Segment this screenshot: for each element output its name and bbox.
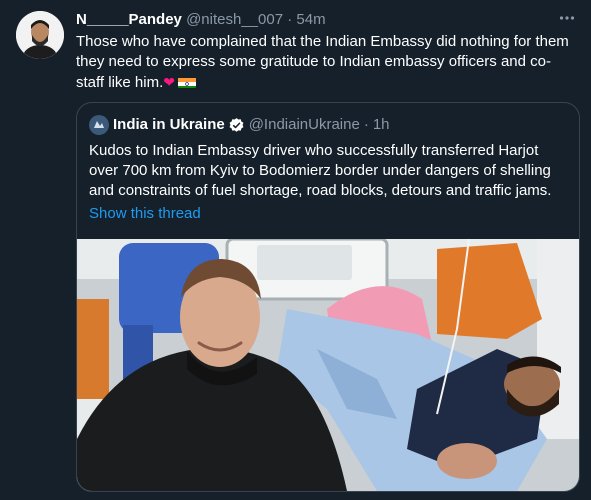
heart-emoji: ❤ [163, 74, 175, 90]
more-horizontal-icon [559, 16, 575, 20]
quoted-tweet-header: India in Ukraine @IndiainUkraine · 1h [89, 115, 567, 135]
quoted-tweet-text: Kudos to Indian Embassy driver who succe… [89, 142, 552, 199]
tweet-header: N_____Pandey @nitesh__007 · 54m [76, 10, 551, 30]
verified-badge-icon [228, 117, 245, 134]
author-handle[interactable]: @nitesh__007 [186, 11, 283, 28]
tweet-text: Those who have complained that the India… [76, 32, 576, 93]
tweet-timestamp[interactable]: 54m [296, 11, 325, 28]
more-options-button[interactable] [557, 8, 577, 28]
quoted-tweet-timestamp[interactable]: 1h [373, 115, 390, 135]
quoted-author-name[interactable]: India in Ukraine [113, 115, 225, 135]
author-name[interactable]: N_____Pandey [76, 11, 182, 28]
quoted-header-separator: · [363, 116, 369, 133]
quoted-author-handle[interactable]: @IndiainUkraine [249, 115, 360, 135]
author-avatar[interactable] [16, 11, 64, 59]
tweet-body: Those who have complained that the India… [76, 33, 569, 91]
show-thread-link[interactable]: Show this thread [89, 204, 201, 224]
quoted-tweet-card[interactable]: India in Ukraine @IndiainUkraine · 1h Ku… [76, 102, 580, 492]
quoted-author-avatar[interactable] [89, 115, 109, 135]
quoted-tweet-photo[interactable] [77, 239, 579, 491]
india-flag-icon [178, 76, 196, 88]
header-separator: · [287, 11, 293, 28]
